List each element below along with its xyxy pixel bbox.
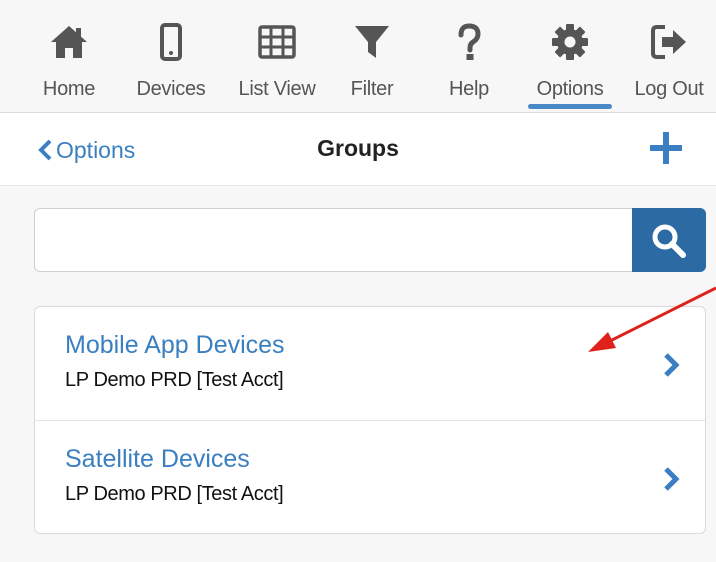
nav-list-view-label: List View [238,78,316,100]
search-bar [34,208,706,274]
chevron-right-icon [664,353,680,377]
active-tab-indicator [528,104,612,109]
nav-filter[interactable]: Filter [336,0,408,108]
add-group-button[interactable] [646,128,686,168]
nav-help-label: Help [449,78,489,100]
nav-devices-label: Devices [136,78,206,100]
group-account: LP Demo PRD [Test Acct] [65,483,284,505]
page-header: Options Groups [0,113,716,186]
filter-icon [355,26,389,58]
nav-list-view[interactable]: List View [226,0,328,108]
app-root: Home Devices List View Filter Help Optio… [0,0,716,562]
nav-home-label: Home [42,78,96,100]
search-button[interactable] [632,208,706,272]
search-input[interactable] [34,208,632,272]
chevron-right-icon [664,467,680,491]
top-navigation: Home Devices List View Filter Help Optio… [0,0,716,113]
group-list-item[interactable]: Mobile App Devices LP Demo PRD [Test Acc… [35,307,705,420]
table-icon [258,25,296,59]
home-icon [51,26,87,58]
group-account: LP Demo PRD [Test Acct] [65,369,284,391]
nav-options[interactable]: Options [524,0,616,108]
nav-home[interactable]: Home [30,0,108,108]
group-list-item[interactable]: Satellite Devices LP Demo PRD [Test Acct… [35,420,705,533]
sign-out-icon [651,25,686,59]
page-title: Groups [317,135,399,161]
mobile-icon [160,23,182,61]
question-icon [458,23,481,60]
nav-log-out[interactable]: Log Out [622,0,716,108]
nav-devices[interactable]: Devices [126,0,216,108]
search-icon [652,224,686,258]
nav-help[interactable]: Help [436,0,502,108]
group-name: Satellite Devices [65,445,250,473]
nav-log-out-label: Log Out [634,78,704,100]
gear-icon [552,24,588,60]
nav-filter-label: Filter [350,78,394,100]
group-name: Mobile App Devices [65,331,285,359]
groups-list: Mobile App Devices LP Demo PRD [Test Acc… [34,306,706,534]
nav-options-label: Options [536,78,604,100]
